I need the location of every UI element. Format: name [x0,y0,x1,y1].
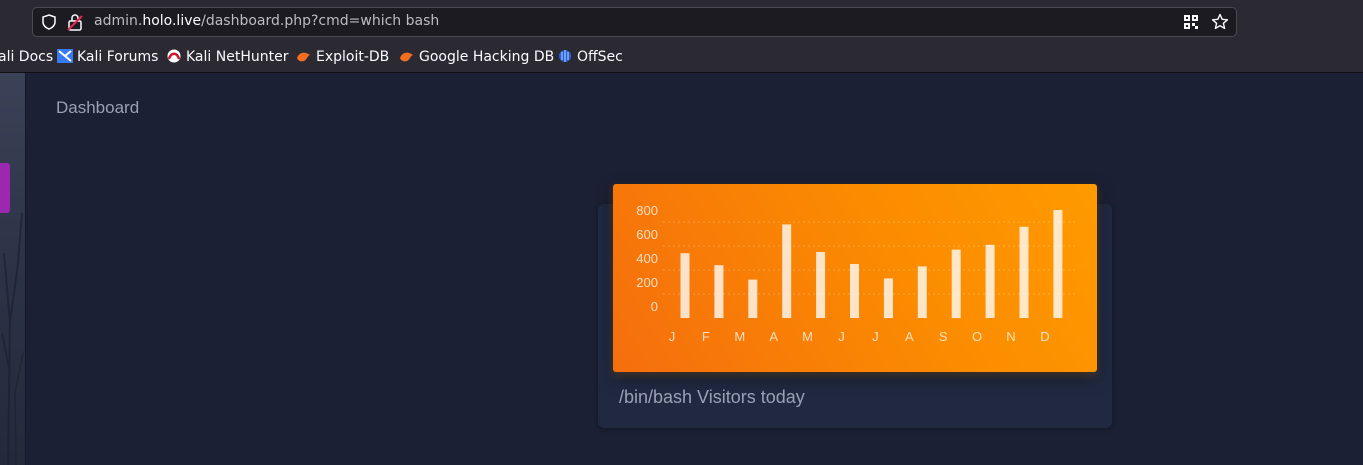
bookmark-kali-nethunter[interactable]: Kali NetHunter [166,49,288,65]
x-tick-label: O [972,329,982,344]
y-tick-label: 200 [636,275,658,290]
shield-icon[interactable] [41,14,57,30]
visitors-bar-chart: 8006004002000J F M A M J J A S O N D [636,203,1076,344]
card-title: /bin/bash Visitors today [619,387,805,407]
sidebar-background-image [1,212,24,465]
x-tick-label: N [1006,329,1015,344]
qr-code-icon[interactable] [1183,14,1199,30]
chart-bar [985,244,995,318]
y-tick-label: 800 [636,203,658,218]
x-tick-label: M [734,329,745,344]
chart-bar [951,249,961,318]
x-tick-label: A [905,329,914,344]
bookmark-star-icon[interactable] [1211,13,1229,31]
x-tick-label: J [838,329,845,344]
chart-bar [850,264,859,318]
url-text[interactable]: admin.holo.live/dashboard.php?cmd=which … [94,13,439,29]
y-tick-label: 400 [636,251,658,266]
exploit-db-icon [297,52,310,62]
chart-bar [782,224,792,318]
x-tick-label: J [872,329,879,344]
x-tick-label: F [702,329,710,344]
bookmark-google-hacking-db[interactable]: Google Hacking DB [399,49,554,65]
kali-forums-icon [57,49,73,63]
y-tick-label: 0 [651,299,658,314]
bookmark-exploit-db[interactable]: Exploit-DB [296,49,389,65]
chart-bar [1053,210,1063,318]
sidebar [0,73,26,465]
chart-bar [748,279,758,318]
bookmarks-bar: ali Docs Kali Forums Kali NetHunter Expl… [0,43,1363,73]
browser-toolbar: admin.holo.live/dashboard.php?cmd=which … [0,0,1363,43]
chart-bar [680,253,690,318]
x-tick-label: M [802,329,813,344]
x-tick-label: J [669,329,676,344]
page-title: Dashboard [56,98,140,117]
insecure-lock-icon[interactable] [67,13,83,31]
chart-bar [917,266,927,318]
address-bar[interactable]: admin.holo.live/dashboard.php?cmd=which … [32,7,1237,37]
x-tick-label: A [769,329,778,344]
chart-bar [816,252,826,318]
kali-nethunter-icon [167,49,181,63]
chart-bar [1019,226,1029,318]
offsec-icon [559,50,571,62]
bookmark-offsec[interactable]: OffSec [557,49,623,65]
bookmark-kali-docs[interactable]: ali Docs [0,49,53,65]
google-hacking-db-icon [400,52,413,62]
chart-bar [883,278,893,318]
bookmark-kali-forums[interactable]: Kali Forums [57,49,158,65]
sidebar-active-item[interactable] [0,163,10,213]
visitors-chart-header: 800 600 400 200 0 J F M A M J J A S O N D [613,184,1097,372]
x-tick-label: D [1040,329,1049,344]
x-tick-label: S [939,329,948,344]
y-tick-label: 600 [636,227,658,242]
chart-bar [714,265,724,318]
